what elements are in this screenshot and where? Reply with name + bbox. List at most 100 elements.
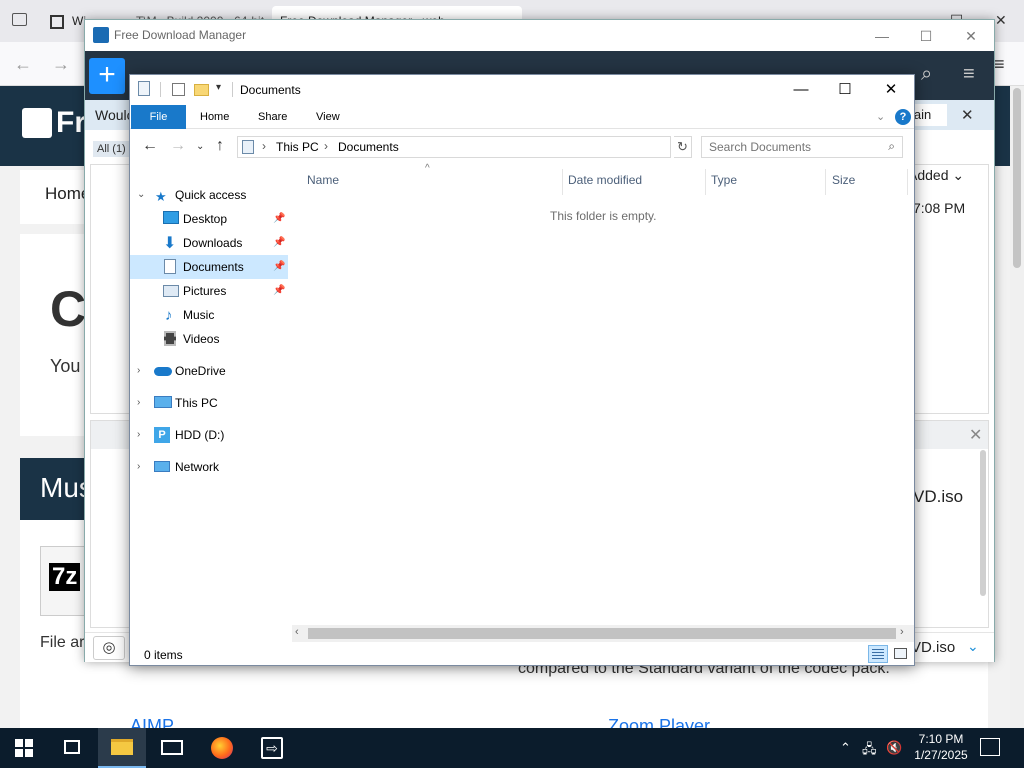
search-input[interactable] [702, 137, 880, 157]
pin-icon[interactable]: 📌 [273, 279, 285, 303]
nav-pictures[interactable]: Pictures 📌 [130, 279, 288, 303]
expand-icon[interactable]: › [137, 423, 140, 447]
browser-back-icon[interactable]: ← [14, 54, 32, 75]
taskbar-file-explorer[interactable] [98, 728, 146, 768]
volume-muted-icon[interactable]: 🔇 [886, 740, 902, 756]
large-icons-view-icon[interactable] [892, 645, 910, 663]
expand-icon[interactable]: › [137, 359, 140, 383]
column-divider[interactable] [562, 169, 563, 195]
fdm-menu-icon[interactable]: ≡ [963, 63, 975, 86]
address-bar[interactable]: › This PC › Documents ⌄ [237, 136, 771, 158]
network-status-icon[interactable]: 🖧 [862, 740, 877, 762]
notification-center-icon[interactable] [980, 738, 1000, 756]
checkbox-icon[interactable] [172, 83, 185, 96]
fdm-details-scrollbar[interactable] [980, 450, 986, 596]
column-divider[interactable] [825, 169, 826, 195]
explorer-maximize-button[interactable]: ☐ [822, 75, 868, 105]
nav-downloads[interactable]: ⬇ Downloads 📌 [130, 231, 288, 255]
start-button[interactable] [0, 728, 48, 768]
download-arrow-icon: ⬇ [163, 235, 177, 252]
documents-icon [164, 259, 176, 274]
column-divider[interactable] [705, 169, 706, 195]
pin-icon[interactable]: 📌 [273, 231, 285, 255]
expand-icon[interactable]: › [137, 391, 140, 415]
fdm-filter-all[interactable]: All (1) [93, 141, 130, 157]
nav-quick-access[interactable]: ⌄ ★ Quick access [130, 183, 288, 207]
nav-documents[interactable]: Documents 📌 [130, 255, 288, 279]
ribbon-expand-icon[interactable]: ⌄ [876, 110, 885, 123]
fdm-app-icon [93, 27, 109, 43]
column-size[interactable]: Size [832, 173, 855, 193]
tab-view[interactable]: View [302, 105, 354, 129]
refresh-icon[interactable]: ↻ [674, 136, 692, 158]
breadcrumb-separator-icon[interactable]: › [324, 139, 328, 153]
fdm-minimize-button[interactable]: — [859, 24, 905, 48]
fdm-column-added[interactable]: Added ⌄ [908, 167, 964, 184]
scrollbar-thumb[interactable] [308, 628, 896, 639]
tray-overflow-icon[interactable]: ⌃ [840, 740, 851, 756]
recent-locations-icon[interactable]: ⌄ [196, 141, 204, 152]
column-name[interactable]: Name [307, 173, 339, 193]
tray-clock[interactable]: 7:10 PM 1/27/2025 [912, 731, 970, 763]
scroll-right-icon[interactable]: › [900, 626, 904, 638]
taskbar-fdm[interactable]: ⇨ [248, 728, 296, 768]
computer-icon [154, 396, 172, 408]
expand-icon[interactable]: › [137, 455, 140, 479]
scroll-left-icon[interactable]: ‹ [295, 626, 299, 638]
fdm-details-close-icon[interactable]: ✕ [969, 425, 982, 445]
up-icon[interactable]: ↑ [216, 137, 224, 155]
breadcrumb-documents[interactable]: Documents [338, 140, 399, 154]
details-view-icon[interactable] [868, 645, 888, 663]
site-logo-text[interactable]: Fr [56, 106, 86, 140]
fdm-maximize-button[interactable]: ☐ [903, 24, 949, 48]
browser-scrollbar-thumb[interactable] [1013, 88, 1021, 268]
task-view-button[interactable] [48, 728, 96, 768]
tab-share[interactable]: Share [244, 105, 301, 129]
browser-close-icon[interactable]: ✕ [995, 12, 1007, 29]
new-folder-icon[interactable] [194, 84, 209, 96]
pin-icon[interactable]: 📌 [273, 255, 285, 279]
column-type[interactable]: Type [711, 173, 737, 193]
browser-scrollbar[interactable] [1010, 86, 1024, 728]
explorer-minimize-button[interactable]: — [778, 75, 824, 105]
fdm-add-download-button[interactable]: + [89, 58, 125, 94]
nav-videos[interactable]: Videos [130, 327, 288, 351]
qa-dropdown-icon[interactable]: ▾ [216, 82, 221, 93]
nav-desktop[interactable]: Desktop 📌 [130, 207, 288, 231]
explorer-close-button[interactable]: ✕ [868, 75, 914, 105]
nav-onedrive[interactable]: › OneDrive [130, 359, 288, 383]
nav-hdd[interactable]: › P HDD (D:) [130, 423, 288, 447]
properties-icon[interactable] [138, 81, 150, 96]
fdm-close-button[interactable]: ✕ [948, 24, 994, 48]
search-box[interactable]: ⌕ [701, 136, 903, 158]
browser-menu-icon[interactable]: ≡ [994, 54, 1005, 75]
tab-overview-icon[interactable] [12, 13, 27, 26]
taskbar-firefox[interactable] [198, 728, 246, 768]
tab-home[interactable]: Home [186, 105, 243, 129]
fdm-chevron-down-icon[interactable]: ⌄ [967, 638, 979, 655]
taskbar-mail[interactable] [148, 728, 196, 768]
windows-logo-icon [15, 739, 33, 757]
horizontal-scrollbar[interactable]: ‹ › [292, 625, 914, 642]
breadcrumb-separator-icon[interactable]: › [262, 139, 266, 153]
browser-forward-icon[interactable]: → [52, 54, 70, 75]
help-icon[interactable]: ? [895, 109, 911, 125]
pin-icon[interactable]: 📌 [273, 207, 285, 231]
collapse-icon[interactable]: ⌄ [137, 183, 145, 207]
network-icon [154, 461, 170, 472]
breadcrumb-this-pc[interactable]: This PC [276, 140, 319, 154]
tab-file[interactable]: File [131, 105, 186, 129]
nav-this-pc[interactable]: › This PC [130, 391, 288, 415]
this-pc-small-icon [242, 140, 254, 154]
nav-network[interactable]: › Network [130, 455, 288, 479]
explorer-ribbon: File Home Share View ⌄ ? [130, 105, 914, 129]
back-icon[interactable]: ← [142, 137, 158, 155]
tray-time: 7:10 PM [918, 732, 964, 746]
fdm-notification-close-icon[interactable]: ✕ [961, 106, 974, 124]
forward-icon[interactable]: → [170, 137, 186, 155]
nav-music[interactable]: ♪ Music [130, 303, 288, 327]
column-divider[interactable] [907, 169, 908, 195]
column-date-modified[interactable]: Date modified [568, 173, 642, 193]
fdm-speed-mode-icon[interactable]: ◎ [93, 636, 125, 660]
fdm-search-icon[interactable]: ⌕ [921, 63, 932, 86]
